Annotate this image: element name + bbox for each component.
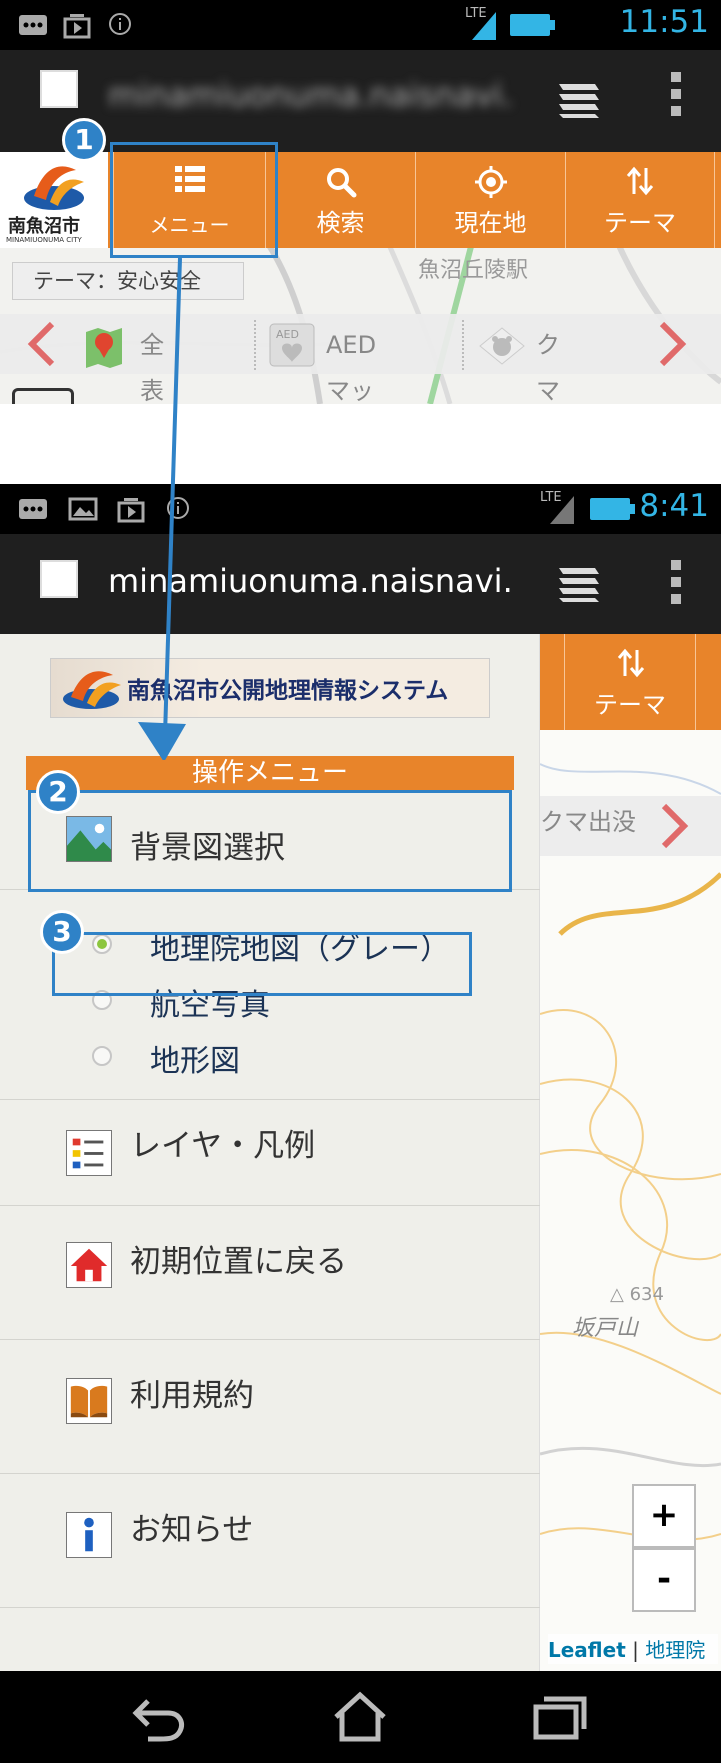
layer-legend-icon xyxy=(66,1130,112,1176)
home-nav-icon[interactable] xyxy=(330,1689,390,1745)
callout-box-2 xyxy=(28,790,512,892)
callout-box-3 xyxy=(52,932,472,996)
android-nav-bar xyxy=(0,1671,721,1763)
theme-item-bear-label[interactable]: クマ出没 xyxy=(540,802,636,837)
menu-header: 操作メニュー xyxy=(26,756,514,790)
map-peak-label: △ 634 xyxy=(610,1284,664,1305)
menu-item-terms-label: 利用規約 xyxy=(130,1378,254,1414)
gsi-link[interactable]: 地理院 xyxy=(645,1638,705,1662)
attribution-separator: | xyxy=(625,1638,646,1662)
zoom-out-button[interactable]: - xyxy=(632,1548,696,1612)
menu-item-layers-label: レイヤ・凡例 xyxy=(130,1128,316,1164)
map-attribution: Leaflet | 地理院 xyxy=(548,1634,718,1664)
menu-item-notices[interactable]: お知らせ xyxy=(0,1474,540,1608)
menu-item-reset-position[interactable]: 初期位置に戻る xyxy=(0,1206,540,1340)
theme-carousel-partial: クマ出没 xyxy=(540,796,721,856)
callout-arrow xyxy=(138,257,186,760)
home-icon xyxy=(66,1242,112,1288)
radio-topographic-label[interactable]: 地形図 xyxy=(150,1036,240,1080)
menu-item-layers[interactable]: レイヤ・凡例 xyxy=(0,1100,540,1206)
step-badge-2: 2 xyxy=(36,770,80,814)
menu-item-reset-position-label: 初期位置に戻る xyxy=(130,1244,347,1280)
radio-topographic[interactable] xyxy=(92,1046,112,1066)
info-icon xyxy=(66,1512,112,1558)
zoom-in-button[interactable]: + xyxy=(632,1484,696,1548)
chevron-right-icon[interactable] xyxy=(658,802,692,850)
step-badge-3: 3 xyxy=(40,910,84,954)
book-icon xyxy=(66,1378,112,1424)
back-icon[interactable] xyxy=(130,1693,190,1743)
menu-item-terms[interactable]: 利用規約 xyxy=(0,1340,540,1474)
leaflet-link[interactable]: Leaflet xyxy=(548,1638,626,1662)
menu-item-notices-label: お知らせ xyxy=(130,1512,254,1548)
map-place-label: 坂戸山 xyxy=(572,1316,639,1341)
recent-apps-icon[interactable] xyxy=(530,1693,590,1743)
